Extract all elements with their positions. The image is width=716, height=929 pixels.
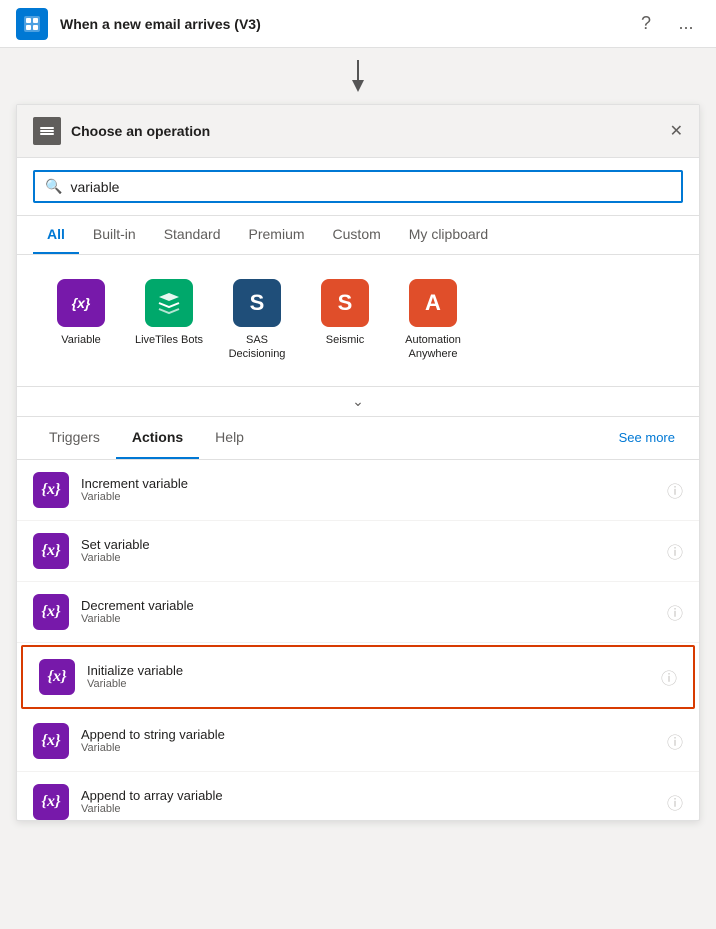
chevron-down-icon: ⌄ — [352, 393, 364, 410]
connector-arrow — [0, 48, 716, 104]
action-append-string-variable[interactable]: {x} Append to string variable Variable ⓘ — [17, 711, 699, 772]
sas-icon: S — [233, 279, 281, 327]
action-name-append-array: Append to array variable — [81, 788, 655, 803]
operation-panel: Choose an operation ✕ 🔍 All Built-in Sta… — [16, 104, 700, 821]
info-button-append-array[interactable]: ⓘ — [667, 790, 683, 814]
search-input[interactable] — [70, 179, 671, 195]
seismic-label: Seismic — [326, 333, 365, 347]
action-text-append-array: Append to array variable Variable — [81, 788, 655, 815]
service-variable[interactable]: {x} Variable — [41, 271, 121, 370]
action-set-variable[interactable]: {x} Set variable Variable ⓘ — [17, 521, 699, 582]
panel-header-left: Choose an operation — [33, 117, 210, 145]
service-sas[interactable]: S SAS Decisioning — [217, 271, 297, 370]
seismic-icon: S — [321, 279, 369, 327]
var-icon-append-array: {x} — [41, 793, 60, 811]
info-button-append-string[interactable]: ⓘ — [667, 729, 683, 753]
tab-clipboard[interactable]: My clipboard — [395, 216, 502, 254]
tab-standard[interactable]: Standard — [150, 216, 235, 254]
automation-anywhere-icon: A — [409, 279, 457, 327]
action-icon-append-array: {x} — [33, 784, 69, 820]
panel-title: Choose an operation — [71, 123, 210, 139]
tab-custom[interactable]: Custom — [319, 216, 395, 254]
action-icon-append-string: {x} — [33, 723, 69, 759]
info-button-set[interactable]: ⓘ — [667, 539, 683, 563]
collapse-button[interactable]: ⌄ — [17, 387, 699, 417]
search-box: 🔍 — [33, 170, 683, 203]
action-sub-append-string: Variable — [81, 742, 655, 754]
livetiles-label: LiveTiles Bots — [135, 333, 203, 347]
action-icon-increment: {x} — [33, 472, 69, 508]
panel-header-icon — [33, 117, 61, 145]
action-sub-set: Variable — [81, 552, 655, 564]
service-seismic[interactable]: S Seismic — [305, 271, 385, 370]
var-icon-append-string: {x} — [41, 732, 60, 750]
action-icon-decrement: {x} — [33, 594, 69, 630]
service-automation-anywhere[interactable]: A Automation Anywhere — [393, 271, 473, 370]
action-text-append-string: Append to string variable Variable — [81, 727, 655, 754]
var-icon: {x} — [41, 481, 60, 499]
automation-anywhere-label: Automation Anywhere — [397, 333, 469, 362]
variable-label: Variable — [61, 333, 101, 347]
services-grid: {x} Variable LiveTiles Bots S SAS Decisi… — [17, 255, 699, 387]
search-container: 🔍 — [17, 158, 699, 216]
action-name-initialize: Initialize variable — [87, 663, 649, 678]
action-text-initialize: Initialize variable Variable — [87, 663, 649, 690]
info-button-initialize[interactable]: ⓘ — [661, 665, 677, 689]
action-increment-variable[interactable]: {x} Increment variable Variable ⓘ — [17, 460, 699, 521]
header-bar: When a new email arrives (V3) ? ... — [0, 0, 716, 48]
tab-triggers[interactable]: Triggers — [33, 417, 116, 459]
action-name-set: Set variable — [81, 537, 655, 552]
close-button[interactable]: ✕ — [670, 121, 683, 141]
action-text-decrement: Decrement variable Variable — [81, 598, 655, 625]
help-button[interactable]: ? — [632, 10, 660, 38]
action-text-set: Set variable Variable — [81, 537, 655, 564]
see-more-button[interactable]: See more — [611, 418, 683, 457]
action-list: {x} Increment variable Variable ⓘ {x} Se… — [17, 460, 699, 820]
var-icon-initialize: {x} — [47, 668, 66, 686]
var-icon-set: {x} — [41, 542, 60, 560]
action-sub-decrement: Variable — [81, 613, 655, 625]
action-name-decrement: Decrement variable — [81, 598, 655, 613]
service-livetiles[interactable]: LiveTiles Bots — [129, 271, 209, 370]
action-name-append-string: Append to string variable — [81, 727, 655, 742]
action-icon-initialize: {x} — [39, 659, 75, 695]
action-name-increment: Increment variable — [81, 476, 655, 491]
action-sub-increment: Variable — [81, 491, 655, 503]
action-icon-set: {x} — [33, 533, 69, 569]
more-options-button[interactable]: ... — [672, 10, 700, 38]
header-title: When a new email arrives (V3) — [60, 16, 620, 32]
panel-header: Choose an operation ✕ — [17, 105, 699, 158]
action-sub-append-array: Variable — [81, 803, 655, 815]
search-icon: 🔍 — [45, 178, 62, 195]
livetiles-icon — [145, 279, 193, 327]
app-icon — [16, 8, 48, 40]
tab-premium[interactable]: Premium — [235, 216, 319, 254]
action-initialize-variable[interactable]: {x} Initialize variable Variable ⓘ — [21, 645, 695, 709]
var-icon-decrement: {x} — [41, 603, 60, 621]
action-append-array-variable[interactable]: {x} Append to array variable Variable ⓘ — [17, 772, 699, 820]
tab-help[interactable]: Help — [199, 417, 260, 459]
tab-actions[interactable]: Actions — [116, 417, 199, 459]
tab-all[interactable]: All — [33, 216, 79, 254]
info-button-increment[interactable]: ⓘ — [667, 478, 683, 502]
variable-icon: {x} — [57, 279, 105, 327]
sas-label: SAS Decisioning — [221, 333, 293, 362]
filter-tabs: All Built-in Standard Premium Custom My … — [17, 216, 699, 255]
header-actions: ? ... — [632, 10, 700, 38]
tab-builtin[interactable]: Built-in — [79, 216, 150, 254]
action-sub-initialize: Variable — [87, 678, 649, 690]
action-text-increment: Increment variable Variable — [81, 476, 655, 503]
sub-tabs: Triggers Actions Help See more — [17, 417, 699, 460]
info-button-decrement[interactable]: ⓘ — [667, 600, 683, 624]
action-decrement-variable[interactable]: {x} Decrement variable Variable ⓘ — [17, 582, 699, 643]
